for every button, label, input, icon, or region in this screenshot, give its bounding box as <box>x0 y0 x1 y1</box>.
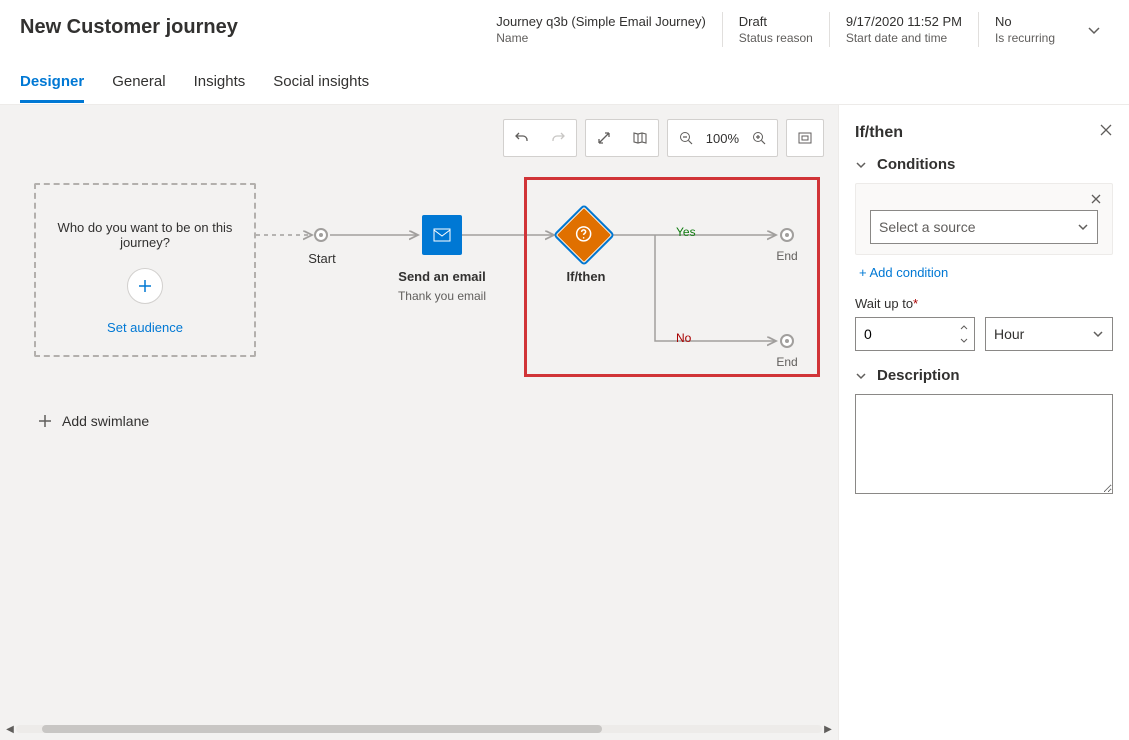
expand-icon <box>596 130 612 146</box>
plus-icon <box>38 414 52 428</box>
audience-placeholder[interactable]: Who do you want to be on this journey? S… <box>34 183 256 357</box>
expand-header-button[interactable] <box>1079 16 1109 46</box>
start-node[interactable] <box>314 228 328 242</box>
main-area: 100% <box>0 104 1129 740</box>
chevron-up-icon <box>960 324 968 330</box>
tab-bar: Designer General Insights Social insight… <box>0 73 1129 104</box>
header-fields: Journey q3b (Simple Email Journey) Name … <box>480 12 1071 47</box>
tab-insights[interactable]: Insights <box>194 73 246 103</box>
redo-icon <box>550 130 566 146</box>
source-placeholder: Select a source <box>879 219 976 235</box>
condition-card: Select a source <box>855 183 1113 255</box>
ifthen-tile[interactable] <box>553 204 615 266</box>
branch-no-label: No <box>676 331 691 345</box>
wait-unit-select[interactable]: Hour <box>985 317 1113 351</box>
wait-step-up[interactable] <box>956 320 972 334</box>
zoom-level: 100% <box>704 131 741 146</box>
end-node-no[interactable] <box>780 334 794 348</box>
header-field-recurring[interactable]: No Is recurring <box>978 12 1071 47</box>
email-title: Send an email <box>392 269 492 284</box>
designer-canvas[interactable]: 100% <box>0 105 839 740</box>
conditions-section: Conditions Select a source + Add conditi… <box>855 156 1113 280</box>
branch-yes-label: Yes <box>676 225 696 239</box>
page-header: New Customer journey Journey q3b (Simple… <box>0 0 1129 55</box>
wait-section: Wait up to* Hour <box>855 296 1113 351</box>
canvas-toolbar: 100% <box>503 119 824 157</box>
end-label-yes: End <box>772 249 802 263</box>
properties-panel: If/then Conditions Select a source + Add… <box>839 105 1129 740</box>
question-icon <box>575 225 593 243</box>
wait-unit-value: Hour <box>994 326 1024 342</box>
header-field-name[interactable]: Journey q3b (Simple Email Journey) Name <box>480 12 722 47</box>
add-condition-link[interactable]: + Add condition <box>855 265 1113 280</box>
email-subtitle: Thank you email <box>386 289 498 303</box>
source-select[interactable]: Select a source <box>870 210 1098 244</box>
fit-to-screen-button[interactable] <box>787 120 823 156</box>
wait-label: Wait up to* <box>855 296 1113 311</box>
chevron-down-icon <box>855 159 867 171</box>
set-audience-link[interactable]: Set audience <box>107 320 183 335</box>
chevron-down-icon <box>855 370 867 382</box>
add-swimlane-button[interactable]: Add swimlane <box>38 413 149 429</box>
audience-question: Who do you want to be on this journey? <box>36 220 254 250</box>
description-toggle[interactable]: Description <box>855 367 1113 384</box>
remove-condition-button[interactable] <box>1090 192 1102 208</box>
horizontal-scrollbar[interactable]: ◀ ▶ <box>4 722 834 736</box>
page-title: New Customer journey <box>20 12 480 39</box>
chevron-down-icon <box>1077 221 1089 233</box>
conditions-toggle[interactable]: Conditions <box>855 156 1113 173</box>
chevron-down-icon <box>960 338 968 344</box>
header-field-status[interactable]: Draft Status reason <box>722 12 829 47</box>
chevron-down-icon <box>1092 328 1104 340</box>
minimap-button[interactable] <box>622 120 658 156</box>
zoom-out-icon <box>678 130 694 146</box>
ifthen-label: If/then <box>556 269 616 284</box>
wait-value-input[interactable] <box>855 317 975 351</box>
map-icon <box>632 130 648 146</box>
close-panel-button[interactable] <box>1099 123 1113 142</box>
scroll-left-arrow[interactable]: ◀ <box>4 722 16 736</box>
panel-title: If/then <box>855 124 903 142</box>
start-label: Start <box>300 251 344 266</box>
scroll-right-arrow[interactable]: ▶ <box>822 722 834 736</box>
end-label-no: End <box>772 355 802 369</box>
email-icon <box>432 225 452 245</box>
zoom-in-button[interactable] <box>741 120 777 156</box>
header-field-start-date[interactable]: 9/17/2020 11:52 PM Start date and time <box>829 12 978 47</box>
tab-general[interactable]: General <box>112 73 165 103</box>
description-title: Description <box>877 367 960 384</box>
scroll-thumb[interactable] <box>42 725 602 733</box>
undo-icon <box>514 130 530 146</box>
end-node-yes[interactable] <box>780 228 794 242</box>
zoom-out-button[interactable] <box>668 120 704 156</box>
fit-icon <box>797 130 813 146</box>
plus-icon <box>137 278 153 294</box>
wait-step-down[interactable] <box>956 334 972 348</box>
add-swimlane-label: Add swimlane <box>62 413 149 429</box>
zoom-in-icon <box>751 130 767 146</box>
fullscreen-button[interactable] <box>586 120 622 156</box>
close-icon <box>1090 193 1102 205</box>
close-icon <box>1099 123 1113 137</box>
conditions-title: Conditions <box>877 156 955 173</box>
email-tile[interactable] <box>422 215 462 255</box>
add-audience-button[interactable] <box>127 268 163 304</box>
description-textarea[interactable] <box>855 394 1113 494</box>
tab-social-insights[interactable]: Social insights <box>273 73 369 103</box>
undo-button[interactable] <box>504 120 540 156</box>
tab-designer[interactable]: Designer <box>20 73 84 103</box>
description-section: Description <box>855 367 1113 497</box>
chevron-down-icon <box>1087 24 1101 38</box>
redo-button[interactable] <box>540 120 576 156</box>
